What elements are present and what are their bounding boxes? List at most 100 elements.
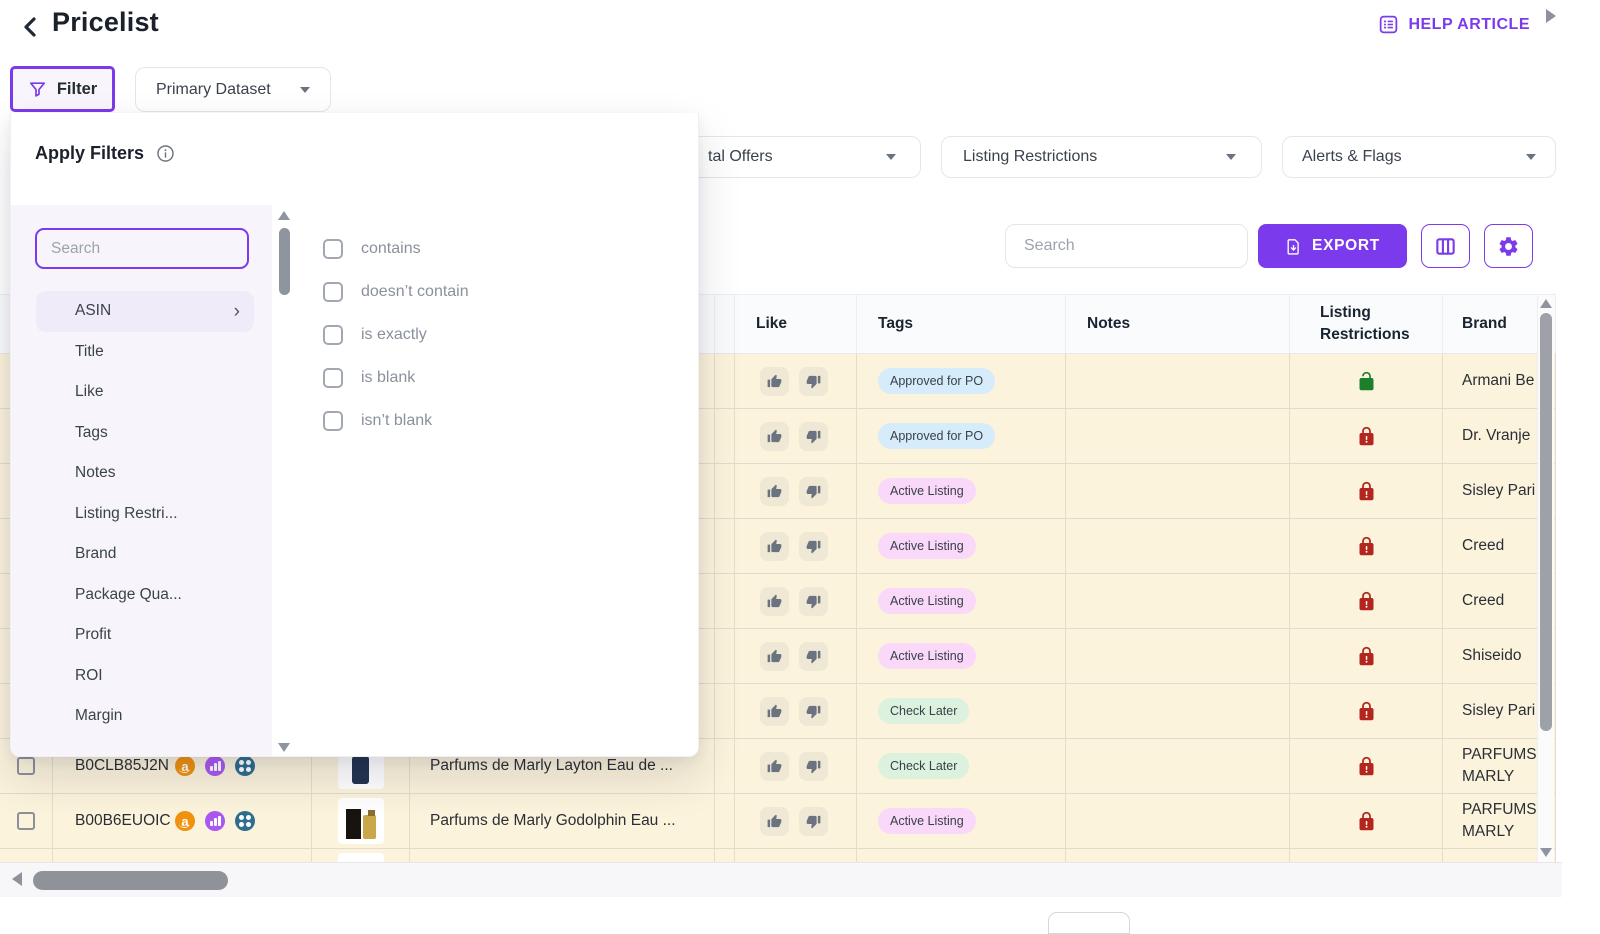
thumbs-down-button[interactable]: [799, 587, 828, 616]
tag-badge[interactable]: Active Listing: [878, 588, 976, 614]
product-image[interactable]: [338, 853, 384, 862]
scroll-up-icon[interactable]: [278, 211, 290, 220]
header-like[interactable]: Like: [735, 295, 857, 353]
scrollbar-thumb[interactable]: [33, 871, 228, 890]
thumbs-up-button[interactable]: [760, 752, 789, 781]
thumbs-up-button[interactable]: [760, 477, 789, 506]
scrollbar-thumb[interactable]: [1540, 313, 1552, 731]
thumbs-down-button[interactable]: [799, 697, 828, 726]
scrollbar-thumb[interactable]: [279, 228, 290, 295]
scroll-up-icon[interactable]: [1540, 299, 1552, 308]
notes-cell[interactable]: [1066, 464, 1290, 518]
operator-checkbox[interactable]: [323, 282, 343, 302]
filter-field-search-input[interactable]: [35, 228, 249, 269]
thumbs-up-button[interactable]: [760, 367, 789, 396]
selleramp-pinwheel-icon[interactable]: [235, 811, 255, 831]
thumbs-down-button[interactable]: [799, 642, 828, 671]
thumbs-down-button[interactable]: [799, 422, 828, 451]
notes-cell[interactable]: [1066, 739, 1290, 793]
thumbs-down-button[interactable]: [799, 477, 828, 506]
product-title[interactable]: Parfums de Marly Layton Eau de ...: [410, 757, 673, 775]
amazon-marketplace-icon[interactable]: a: [175, 811, 195, 831]
thumbs-down-button[interactable]: [799, 367, 828, 396]
notes-cell[interactable]: [1066, 574, 1290, 628]
thumbs-up-button[interactable]: [760, 697, 789, 726]
filter-field-item[interactable]: Title ›: [11, 332, 272, 373]
columns-settings-button[interactable]: [1421, 224, 1470, 268]
thumbs-up-button[interactable]: [760, 532, 789, 561]
notes-cell[interactable]: [1066, 354, 1290, 408]
operator-option[interactable]: contains: [323, 227, 469, 270]
notes-cell[interactable]: [1066, 629, 1290, 683]
filter-field-item[interactable]: Tags ›: [11, 413, 272, 454]
header-tags[interactable]: Tags: [857, 295, 1066, 353]
table-search-input[interactable]: [1005, 224, 1248, 268]
filter-field-item[interactable]: Margin ›: [11, 696, 272, 737]
tag-badge[interactable]: Active Listing: [878, 808, 976, 834]
info-icon[interactable]: [156, 144, 175, 163]
table-horizontal-scrollbar[interactable]: [0, 862, 1562, 897]
filter-field-item[interactable]: Profit ›: [11, 615, 272, 656]
tag-badge[interactable]: Active Listing: [878, 643, 976, 669]
selleramp-pinwheel-icon[interactable]: [235, 756, 255, 776]
operator-option[interactable]: is exactly: [323, 313, 469, 356]
scroll-left-icon[interactable]: [12, 872, 22, 886]
operator-option[interactable]: isn’t blank: [323, 399, 469, 442]
notes-cell[interactable]: [1066, 519, 1290, 573]
row-checkbox[interactable]: [17, 757, 35, 775]
filter-field-item[interactable]: ROI ›: [11, 656, 272, 697]
filter-field-item[interactable]: Like ›: [11, 372, 272, 413]
alerts-flags-dropdown[interactable]: Alerts & Flags: [1282, 136, 1556, 178]
tag-badge[interactable]: Approved for PO: [878, 423, 995, 449]
table-vertical-scrollbar[interactable]: [1537, 296, 1554, 862]
thumbs-up-button[interactable]: [760, 807, 789, 836]
scroll-down-icon[interactable]: [1540, 848, 1552, 857]
notes-cell[interactable]: [1066, 794, 1290, 848]
row-checkbox[interactable]: [17, 812, 35, 830]
operator-option[interactable]: is blank: [323, 356, 469, 399]
tag-badge[interactable]: Active Listing: [878, 533, 976, 559]
tag-badge[interactable]: Check Later: [878, 698, 969, 724]
keepa-chart-icon[interactable]: [205, 811, 225, 831]
thumbs-down-button[interactable]: [799, 752, 828, 781]
amazon-marketplace-icon[interactable]: a: [175, 756, 195, 776]
operator-option[interactable]: doesn’t contain: [323, 270, 469, 313]
header-notes[interactable]: Notes: [1066, 295, 1290, 353]
filter-field-item[interactable]: Notes ›: [11, 453, 272, 494]
operator-checkbox[interactable]: [323, 411, 343, 431]
filter-field-item[interactable]: Listing Restri... ›: [11, 494, 272, 535]
filter-button[interactable]: Filter: [10, 66, 115, 112]
operator-checkbox[interactable]: [323, 325, 343, 345]
filter-field-item[interactable]: ASIN ›: [36, 291, 254, 332]
total-offers-dropdown[interactable]: tal Offers: [660, 136, 921, 178]
thumbs-up-button[interactable]: [760, 587, 789, 616]
notes-cell[interactable]: [1066, 849, 1290, 862]
back-button[interactable]: [16, 12, 46, 42]
tag-badge[interactable]: Check Later: [878, 753, 969, 779]
header-listing-restrictions[interactable]: Listing Restrictions: [1290, 295, 1443, 353]
operator-checkbox[interactable]: [323, 239, 343, 259]
thumbs-down-button[interactable]: [799, 532, 828, 561]
notes-cell[interactable]: [1066, 409, 1290, 463]
pagination-control-partial[interactable]: [1048, 912, 1130, 934]
notes-cell[interactable]: [1066, 684, 1290, 738]
help-article-link[interactable]: HELP ARTICLE: [1378, 14, 1530, 35]
keepa-chart-icon[interactable]: [205, 756, 225, 776]
filter-field-item[interactable]: Package Qua... ›: [11, 575, 272, 616]
thumbs-up-button[interactable]: [760, 642, 789, 671]
export-button[interactable]: EXPORT: [1258, 224, 1407, 268]
scroll-down-icon[interactable]: [278, 743, 290, 752]
filter-field-item[interactable]: Brand ›: [11, 534, 272, 575]
table-settings-button[interactable]: [1484, 224, 1533, 268]
thumbs-down-button[interactable]: [799, 807, 828, 836]
listing-restrictions-dropdown[interactable]: Listing Restrictions: [941, 136, 1262, 178]
scroll-right-icon[interactable]: [1546, 9, 1556, 23]
filter-panel-scrollbar[interactable]: [278, 205, 292, 756]
product-title[interactable]: Parfums de Marly Godolphin Eau ...: [410, 812, 676, 830]
product-image[interactable]: [338, 798, 384, 844]
operator-checkbox[interactable]: [323, 368, 343, 388]
tag-badge[interactable]: Active Listing: [878, 478, 976, 504]
dataset-select[interactable]: Primary Dataset: [135, 67, 331, 112]
tag-badge[interactable]: Approved for PO: [878, 368, 995, 394]
thumbs-up-button[interactable]: [760, 422, 789, 451]
